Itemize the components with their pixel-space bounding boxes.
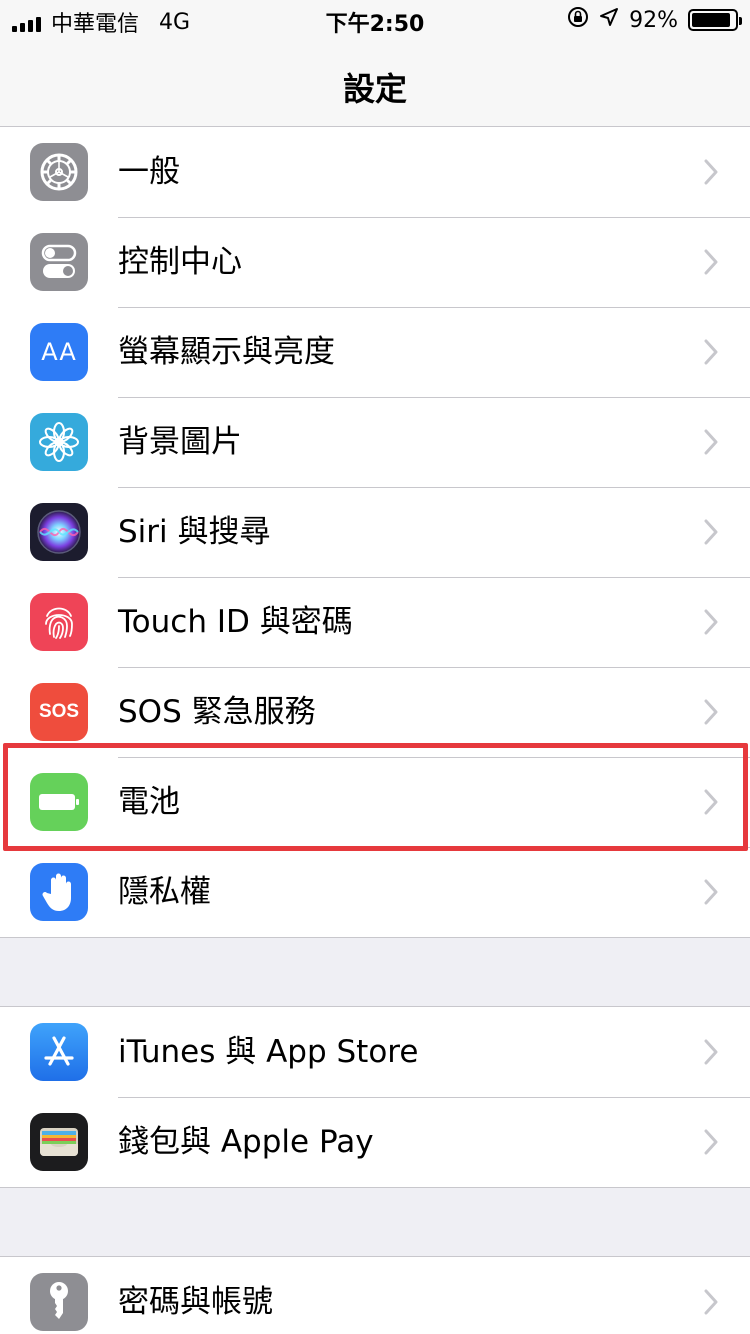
key-icon — [30, 1273, 88, 1331]
settings-row-touch-id-passcode[interactable]: Touch ID 與密碼 — [0, 577, 750, 667]
settings-row-label: Siri 與搜尋 — [118, 514, 271, 550]
settings-row-siri-search[interactable]: Siri 與搜尋 — [0, 487, 750, 577]
settings-row-wallet-apple-pay[interactable]: 錢包與 Apple Pay — [0, 1097, 750, 1187]
status-bar: 中華電信 4G 下午2:50 92% — [0, 0, 750, 40]
settings-group-3: 密碼與帳號 — [0, 1256, 750, 1334]
chevron-right-icon — [704, 249, 718, 275]
hand-icon — [30, 863, 88, 921]
wallet-icon — [30, 1113, 88, 1171]
battery-icon — [30, 773, 88, 831]
settings-row-label: Touch ID 與密碼 — [118, 604, 353, 640]
sos-glyph: SOS — [38, 701, 80, 722]
settings-row-label: 錢包與 Apple Pay — [118, 1124, 374, 1160]
settings-row-passwords-accounts[interactable]: 密碼與帳號 — [0, 1257, 750, 1334]
page-title: 設定 — [342, 70, 407, 108]
settings-row-label: 控制中心 — [118, 244, 242, 280]
settings-row-itunes-app-store[interactable]: iTunes 與 App Store — [0, 1007, 750, 1097]
settings-group-2: iTunes 與 App Store 錢包與 Apple Pay — [0, 1006, 750, 1188]
settings-row-label: 電池 — [118, 784, 180, 820]
chevron-right-icon — [704, 699, 718, 725]
battery-percentage: 92% — [629, 7, 678, 33]
settings-row-general[interactable]: 一般 — [0, 127, 750, 217]
orientation-lock-icon — [567, 6, 589, 34]
settings-row-label: iTunes 與 App Store — [118, 1034, 419, 1070]
settings-row-control-center[interactable]: 控制中心 — [0, 217, 750, 307]
settings-row-label: 一般 — [118, 154, 180, 190]
chevron-right-icon — [704, 1129, 718, 1155]
settings-row-label: 背景圖片 — [118, 424, 242, 460]
settings-row-display-brightness[interactable]: AA 螢幕顯示與亮度 — [0, 307, 750, 397]
chevron-right-icon — [704, 429, 718, 455]
chevron-right-icon — [704, 789, 718, 815]
fingerprint-icon — [30, 593, 88, 651]
text-size-glyph: AA — [41, 338, 77, 366]
chevron-right-icon — [704, 519, 718, 545]
app-store-icon — [30, 1023, 88, 1081]
settings-row-label: 隱私權 — [118, 874, 211, 910]
text-size-icon: AA — [30, 323, 88, 381]
settings-group-1: 一般 控制中心 AA 螢幕顯示與亮度 背景圖片 Siri 與搜尋 Touch I… — [0, 126, 750, 938]
settings-row-label: 密碼與帳號 — [118, 1284, 273, 1320]
chevron-right-icon — [704, 159, 718, 185]
settings-row-label: 螢幕顯示與亮度 — [118, 334, 335, 370]
siri-icon — [30, 503, 88, 561]
settings-row-label: SOS 緊急服務 — [118, 694, 316, 730]
chevron-right-icon — [704, 339, 718, 365]
settings-row-battery[interactable]: 電池 — [0, 757, 750, 847]
chevron-right-icon — [704, 1289, 718, 1315]
chevron-right-icon — [704, 879, 718, 905]
settings-row-privacy[interactable]: 隱私權 — [0, 847, 750, 937]
chevron-right-icon — [704, 609, 718, 635]
gear-icon — [30, 143, 88, 201]
chevron-right-icon — [704, 1039, 718, 1065]
toggles-icon — [30, 233, 88, 291]
settings-row-emergency-sos[interactable]: SOS SOS 緊急服務 — [0, 667, 750, 757]
navigation-bar: 設定 — [0, 40, 750, 128]
sos-icon: SOS — [30, 683, 88, 741]
location-icon — [599, 7, 619, 33]
settings-row-wallpaper[interactable]: 背景圖片 — [0, 397, 750, 487]
flower-icon — [30, 413, 88, 471]
battery-level-icon — [688, 9, 742, 31]
